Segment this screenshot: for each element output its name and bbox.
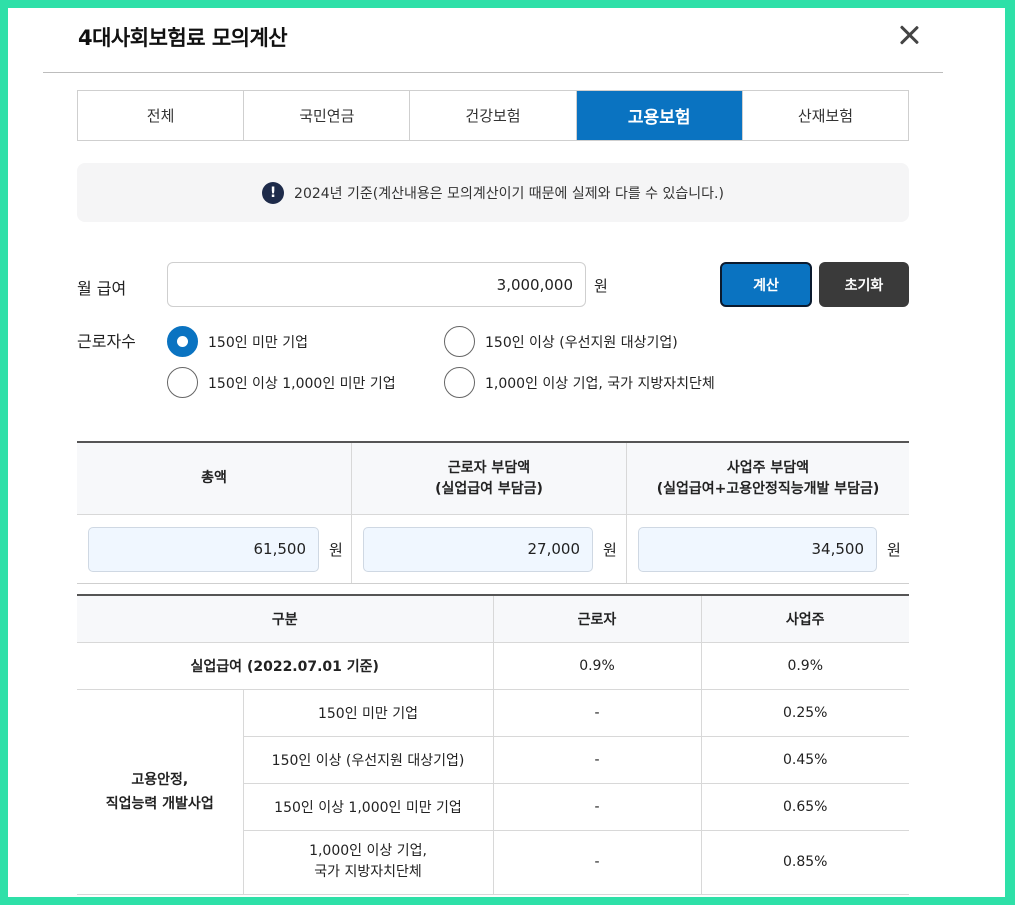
row-label: 150인 이상 (우선지원 대상기업) xyxy=(243,736,494,784)
reset-button[interactable]: 초기화 xyxy=(819,262,909,307)
row-worker-rate: - xyxy=(493,830,702,895)
radio-selected-icon xyxy=(167,326,198,357)
dialog-title: 4대사회보험료 모의계산 xyxy=(78,26,288,50)
row-worker-rate: - xyxy=(493,783,702,831)
total-cell: 61,500 원 xyxy=(77,515,352,583)
row-employer-rate: 0.45% xyxy=(701,736,909,784)
radio-label: 150인 이상 (우선지원 대상기업) xyxy=(485,334,678,351)
radio-label: 150인 미만 기업 xyxy=(208,334,309,351)
radio-150-to-1000[interactable]: 150인 이상 1,000인 미만 기업 xyxy=(167,367,396,398)
tab-national-pension[interactable]: 국민연금 xyxy=(244,91,411,140)
notice-text: 2024년 기준(계산내용은 모의계산이기 때문에 실제와 다를 수 있습니다.… xyxy=(294,185,724,202)
unemployment-worker-rate: 0.9% xyxy=(493,642,702,690)
close-icon[interactable] xyxy=(896,22,922,48)
result-table: 총액 근로자 부담액 (실업급여 부담금) 사업주 부담액 (실업급여+고용안정직능… xyxy=(77,441,909,584)
rate-header-employer: 사업주 xyxy=(701,595,909,643)
row-employer-rate: 0.65% xyxy=(701,783,909,831)
worker-amount: 27,000 xyxy=(363,526,593,572)
rate-header-worker: 근로자 xyxy=(493,595,702,643)
total-amount: 61,500 xyxy=(88,526,319,572)
radio-label: 1,000인 이상 기업, 국가 지방자치단체 xyxy=(485,375,715,392)
insurance-calculator-dialog: 4대사회보험료 모의계산 전체 국민연금 건강보험 고용보험 산재보험 ! 20… xyxy=(8,8,1005,897)
salary-unit: 원 xyxy=(594,277,608,295)
tab-employment-insurance[interactable]: 고용보험 xyxy=(576,91,743,140)
row-label: 1,000인 이상 기업, 국가 지방자치단체 xyxy=(243,830,494,895)
table-row: 고용안정, 직업능력 개발사업 150인 미만 기업 - 0.25% xyxy=(77,689,909,895)
rate-header-row: 구분 근로자 사업주 xyxy=(77,595,909,643)
salary-label: 월 급여 xyxy=(77,279,127,298)
row-label: 150인 미만 기업 xyxy=(243,689,494,737)
header-worker-burden: 근로자 부담액 (실업급여 부담금) xyxy=(352,443,627,514)
radio-unselected-icon xyxy=(167,367,198,398)
employer-unit: 원 xyxy=(887,540,901,559)
total-unit: 원 xyxy=(329,540,343,559)
result-value-row: 61,500 원 27,000 원 34,500 원 xyxy=(77,515,909,583)
radio-unselected-icon xyxy=(444,326,475,357)
insurance-tabs: 전체 국민연금 건강보험 고용보험 산재보험 xyxy=(77,90,909,141)
calculate-button[interactable]: 계산 xyxy=(720,262,812,307)
worker-unit: 원 xyxy=(603,540,617,559)
unemployment-employer-rate: 0.9% xyxy=(701,642,909,690)
table-row: 실업급여 (2022.07.01 기준) 0.9% 0.9% xyxy=(77,642,909,690)
tab-health-insurance[interactable]: 건강보험 xyxy=(410,91,577,140)
header-total: 총액 xyxy=(77,443,352,514)
radio-under-150[interactable]: 150인 미만 기업 xyxy=(167,326,308,357)
tab-all[interactable]: 전체 xyxy=(78,91,245,140)
row-worker-rate: - xyxy=(493,689,702,737)
row-employer-rate: 0.85% xyxy=(701,830,909,895)
rate-table: 구분 근로자 사업주 실업급여 (2022.07.01 기준) 0.9% 0.9… xyxy=(77,594,909,895)
row-label: 150인 이상 1,000인 미만 기업 xyxy=(243,783,494,831)
radio-unselected-icon xyxy=(444,367,475,398)
group-label: 고용안정, 직업능력 개발사업 xyxy=(77,689,244,895)
rate-header-category: 구분 xyxy=(77,595,494,643)
tab-industrial-accident-insurance[interactable]: 산재보험 xyxy=(743,91,908,140)
radio-over-1000-government[interactable]: 1,000인 이상 기업, 국가 지방자치단체 xyxy=(444,367,715,398)
workers-label: 근로자수 xyxy=(77,332,136,351)
notice-banner: ! 2024년 기준(계산내용은 모의계산이기 때문에 실제와 다를 수 있습니… xyxy=(77,163,909,222)
result-header-row: 총액 근로자 부담액 (실업급여 부담금) 사업주 부담액 (실업급여+고용안정직능… xyxy=(77,443,909,515)
header-divider xyxy=(43,72,943,73)
header-employer-burden: 사업주 부담액 (실업급여+고용안정직능개발 부담금) xyxy=(656,459,880,497)
exclamation-icon: ! xyxy=(262,181,285,204)
radio-over-150-priority[interactable]: 150인 이상 (우선지원 대상기업) xyxy=(444,326,678,357)
row-worker-rate: - xyxy=(493,736,702,784)
row-employer-rate: 0.25% xyxy=(701,689,909,737)
radio-label: 150인 이상 1,000인 미만 기업 xyxy=(208,375,396,392)
salary-input[interactable] xyxy=(167,262,586,307)
employer-amount: 34,500 xyxy=(638,526,877,572)
employer-cell: 34,500 원 xyxy=(627,515,909,583)
unemployment-label: 실업급여 (2022.07.01 기준) xyxy=(77,642,494,690)
worker-cell: 27,000 원 xyxy=(352,515,627,583)
